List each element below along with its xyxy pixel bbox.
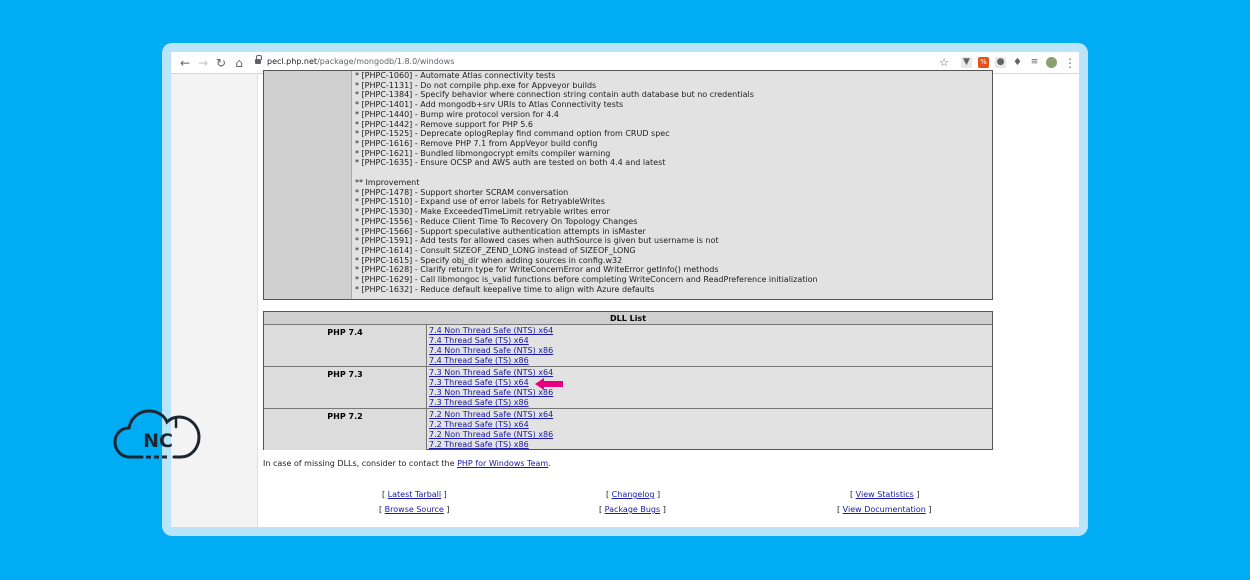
php-version: PHP 7.4 (264, 325, 427, 366)
note-line: * [PHPC-1530] - Make ExceededTimeLimit r… (355, 207, 610, 217)
pointer-arrow-icon (535, 378, 563, 390)
note-line (355, 168, 991, 178)
back-icon[interactable]: ← (177, 55, 193, 71)
lock-icon (255, 55, 262, 66)
note-line: * [PHPC-1384] - Specify behavior where c… (355, 90, 754, 100)
dll-row: PHP 7.2 7.2 Non Thread Safe (NTS) x64 7.… (264, 409, 992, 451)
forward-icon[interactable]: → (195, 55, 211, 71)
note-line: * [PHPC-1628] - Clarify return type for … (355, 265, 719, 275)
note-line: * [PHPC-1478] - Support shorter SCRAM co… (355, 187, 569, 197)
note-line: * [PHPC-1635] - Ensure OCSP and AWS auth… (355, 158, 666, 168)
note-line: * [PHPC-1525] - Deprecate oplogReplay fi… (355, 129, 670, 139)
dll-link[interactable]: 7.2 Thread Safe (TS) x86 (429, 440, 989, 450)
logo-text: NC (143, 430, 173, 452)
footer-changelog: [ Changelog ] (606, 490, 661, 499)
section-heading: ** Improvement (355, 177, 420, 187)
extension-icon[interactable]: ● (995, 57, 1006, 68)
note-line: * [PHPC-1060] - Automate Atlas connectiv… (355, 71, 556, 80)
release-notes-text: * [PHPC-1060] - Automate Atlas connectiv… (355, 71, 991, 295)
footer-latest-tarball: [ Latest Tarball ] (382, 490, 447, 499)
dll-link[interactable]: 7.3 Non Thread Safe (NTS) x86 (429, 388, 989, 398)
note-line: * [PHPC-1442] - Remove support for PHP 5… (355, 119, 533, 129)
view-documentation-link[interactable]: View Documentation (843, 505, 926, 514)
note-line: * [PHPC-1621] - Bundled libmongocrypt em… (355, 148, 611, 158)
footer-browse-source: [ Browse Source ] (379, 505, 450, 514)
note-line: * [PHPC-1131] - Do not compile php.exe f… (355, 80, 597, 90)
dll-link[interactable]: 7.2 Thread Safe (TS) x64 (429, 420, 989, 430)
url-text[interactable]: pecl.php.net/package/mongodb/1.8.0/windo… (267, 57, 454, 66)
note-line: * [PHPC-1632] - Reduce default keepalive… (355, 284, 655, 294)
dll-row: PHP 7.4 7.4 Non Thread Safe (NTS) x64 7.… (264, 325, 992, 367)
latest-tarball-link[interactable]: Latest Tarball (388, 490, 441, 499)
dll-list-table: DLL List PHP 7.4 7.4 Non Thread Safe (NT… (263, 311, 993, 450)
dll-list-title: DLL List (264, 312, 992, 325)
nc-cloud-logo: NC (113, 409, 201, 459)
php-version: PHP 7.3 (264, 367, 427, 408)
changelog-link[interactable]: Changelog (612, 490, 655, 499)
footer-package-bugs: [ Package Bugs ] (599, 505, 666, 514)
release-notes-label-cell (264, 71, 352, 299)
footer-view-documentation: [ View Documentation ] (837, 505, 932, 514)
dll-link[interactable]: 7.2 Non Thread Safe (NTS) x86 (429, 430, 989, 440)
note-line: * [PHPC-1629] - Call libmongoc is_valid … (355, 275, 818, 285)
view-statistics-link[interactable]: View Statistics (856, 490, 914, 499)
dll-link[interactable]: 7.3 Thread Safe (TS) x64 (429, 378, 989, 388)
note-line: * [PHPC-1401] - Add mongodb+srv URIs to … (355, 100, 624, 110)
dll-link[interactable]: 7.4 Thread Safe (TS) x86 (429, 356, 989, 366)
address-bar[interactable]: pecl.php.net/package/mongodb/1.8.0/windo… (251, 55, 951, 71)
puzzle-icon[interactable]: ♦ (1012, 57, 1023, 68)
note-line: * [PHPC-1591] - Add tests for allowed ca… (355, 236, 719, 246)
browse-source-link[interactable]: Browse Source (385, 505, 444, 514)
php-version: PHP 7.2 (264, 409, 427, 450)
avatar[interactable] (1046, 57, 1057, 68)
extension-icon[interactable]: % (978, 57, 989, 68)
php-windows-team-link[interactable]: PHP for Windows Team (457, 459, 548, 468)
dll-link[interactable]: 7.2 Non Thread Safe (NTS) x64 (429, 410, 989, 420)
note-line: * [PHPC-1615] - Specify obj_dir when add… (355, 255, 623, 265)
note-line: * [PHPC-1440] - Bump wire protocol versi… (355, 109, 559, 119)
note-line: * [PHPC-1566] - Support speculative auth… (355, 226, 646, 236)
page-content: * [PHPC-1060] - Automate Atlas connectiv… (171, 70, 1079, 527)
menu-icon[interactable]: ⋮ (1064, 55, 1076, 71)
playlist-icon[interactable]: ≡ (1029, 57, 1040, 68)
note-line: * [PHPC-1616] - Remove PHP 7.1 from AppV… (355, 139, 598, 149)
release-notes: * [PHPC-1060] - Automate Atlas connectiv… (263, 70, 993, 300)
dll-link[interactable]: 7.4 Non Thread Safe (NTS) x86 (429, 346, 989, 356)
dll-link[interactable]: 7.4 Non Thread Safe (NTS) x64 (429, 326, 989, 336)
note-line: * [PHPC-1510] - Expand use of error labe… (355, 197, 605, 207)
extension-icon[interactable]: ▼ (961, 57, 972, 68)
dll-link[interactable]: 7.3 Thread Safe (TS) x86 (429, 398, 989, 408)
home-icon[interactable]: ⌂ (231, 55, 247, 71)
note-line: * [PHPC-1556] - Reduce Client Time To Re… (355, 216, 638, 226)
reload-icon[interactable]: ↻ (213, 55, 229, 71)
star-icon[interactable]: ☆ (936, 55, 952, 71)
dll-row: PHP 7.3 7.3 Non Thread Safe (NTS) x64 7.… (264, 367, 992, 409)
footer-view-statistics: [ View Statistics ] (850, 490, 920, 499)
package-bugs-link[interactable]: Package Bugs (605, 505, 661, 514)
dll-link[interactable]: 7.4 Thread Safe (TS) x64 (429, 336, 989, 346)
note-line: * [PHPC-1614] - Consult SIZEOF_ZEND_LONG… (355, 245, 636, 255)
dll-link[interactable]: 7.3 Non Thread Safe (NTS) x64 (429, 368, 989, 378)
missing-dll-note: In case of missing DLLs, consider to con… (263, 459, 551, 468)
browser-window: ← → ↻ ⌂ pecl.php.net/package/mongodb/1.8… (171, 52, 1079, 527)
